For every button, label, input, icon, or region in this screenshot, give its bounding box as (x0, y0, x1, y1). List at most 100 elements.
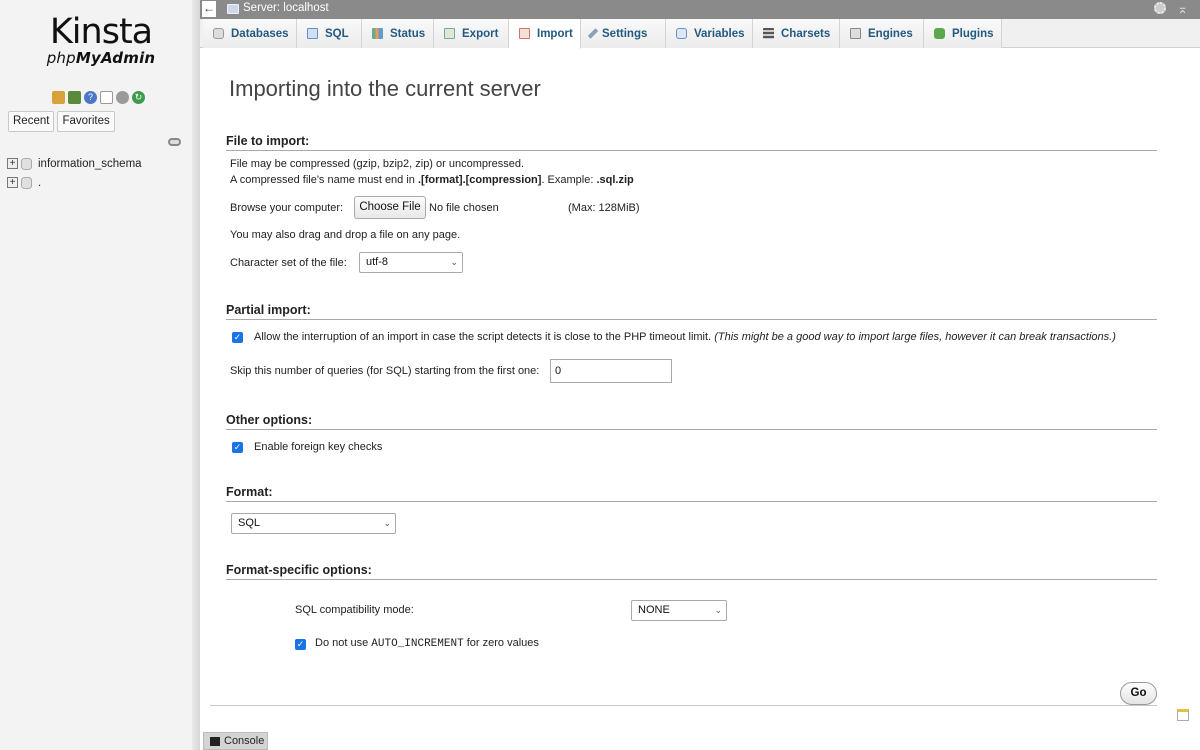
tab-sql[interactable]: SQL (297, 19, 362, 48)
server-icon (227, 4, 239, 14)
main-content: Importing into the current server File t… (210, 48, 1157, 708)
tab-plugins[interactable]: Plugins (924, 19, 1002, 48)
tab-label: Databases (231, 27, 289, 40)
tab-engines[interactable]: Engines (840, 19, 924, 48)
main-tab-bar: Databases SQL Status Export Import Setti… (200, 19, 1200, 49)
format-specific-heading: Format-specific options: (226, 563, 1157, 580)
server-breadcrumb-bar: ← Server: localhost ⌅ (200, 0, 1200, 19)
reload-icon[interactable]: ↻ (132, 91, 145, 104)
back-arrow-icon[interactable]: ← (202, 1, 216, 17)
tab-label: Charsets (781, 27, 831, 40)
skip-queries-label: Skip this number of queries (for SQL) st… (230, 365, 540, 377)
compressed-filename-note: A compressed file's name must end in .[f… (230, 174, 634, 186)
charsets-icon (763, 28, 774, 39)
max-size-label: (Max: 128MiB) (568, 202, 640, 214)
console-label: Console (224, 735, 265, 747)
help-icon[interactable]: ? (84, 91, 97, 104)
documentation-icon[interactable] (100, 91, 113, 104)
export-icon (444, 28, 455, 39)
other-options-heading: Other options: (226, 413, 1157, 430)
tab-variables[interactable]: Variables (666, 19, 753, 48)
sql-compat-value: NONE (638, 604, 670, 616)
file-to-import-heading: File to import: (226, 134, 1157, 151)
no-file-chosen: No file chosen (429, 202, 499, 214)
database-icon (213, 28, 224, 39)
logo-sub-text: phpMyAdmin (46, 49, 156, 67)
footer-divider (210, 705, 1157, 706)
logo[interactable]: Kinsta phpMyAdmin (40, 14, 162, 66)
recent-favorites-tabs: Recent Favorites (8, 111, 115, 132)
collapse-icon[interactable]: ⌅ (1177, 0, 1188, 18)
recent-button[interactable]: Recent (8, 111, 55, 132)
tab-export[interactable]: Export (434, 19, 509, 48)
logo-main-text: Kinsta (49, 12, 153, 52)
tab-label: Plugins (952, 27, 994, 40)
no-auto-increment-checkbox[interactable]: ✓ (295, 639, 306, 650)
charset-value: utf-8 (366, 256, 389, 268)
choose-file-button[interactable]: Choose File (354, 196, 426, 219)
home-icon[interactable] (52, 91, 65, 104)
link-with-main-panel-icon[interactable] (168, 138, 181, 146)
tab-import[interactable]: Import (509, 19, 581, 49)
database-icon (21, 176, 32, 189)
chevron-down-icon: ⌄ (450, 257, 458, 267)
database-icon (21, 157, 32, 170)
format-value: SQL (238, 517, 261, 529)
format-heading: Format: (226, 485, 1157, 502)
format-select[interactable]: SQL ⌄ (231, 513, 396, 534)
sql-icon (307, 28, 318, 39)
page-title: Importing into the current server (229, 76, 541, 101)
status-icon (372, 28, 383, 39)
charset-label: Character set of the file: (230, 257, 347, 269)
engines-icon (850, 28, 861, 39)
tab-charsets[interactable]: Charsets (753, 19, 840, 48)
partial-import-heading: Partial import: (226, 303, 1157, 320)
charset-select[interactable]: utf-8 ⌄ (359, 252, 463, 273)
go-button[interactable]: Go (1120, 682, 1157, 705)
drag-drop-hint: You may also drag and drop a file on any… (230, 229, 461, 241)
notepad-icon[interactable] (1177, 709, 1189, 721)
settings-icon[interactable] (116, 91, 129, 104)
tab-status[interactable]: Status (362, 19, 434, 48)
tree-item[interactable]: + . (7, 173, 142, 192)
tab-label: Export (462, 27, 499, 40)
console-toggle[interactable]: Console (203, 732, 268, 750)
server-breadcrumb[interactable]: Server: localhost (243, 2, 329, 14)
tab-label: Settings (602, 27, 648, 40)
tab-label: Variables (694, 27, 745, 40)
database-tree: + information_schema + . (7, 154, 142, 192)
chevron-down-icon: ⌄ (714, 605, 722, 615)
tab-databases[interactable]: Databases (203, 19, 297, 48)
expand-icon[interactable]: + (7, 158, 18, 169)
foreign-key-checkbox[interactable]: ✓ (232, 442, 243, 453)
compression-note: File may be compressed (gzip, bzip2, zip… (230, 158, 525, 170)
expand-icon[interactable]: + (7, 177, 18, 188)
import-icon (519, 28, 530, 39)
tab-label: Status (390, 27, 426, 40)
wrench-icon (587, 28, 599, 39)
tree-item[interactable]: + information_schema (7, 154, 142, 173)
favorites-button[interactable]: Favorites (57, 111, 115, 132)
exit-icon[interactable] (68, 91, 81, 104)
skip-queries-input[interactable]: 0 (550, 359, 672, 383)
foreign-key-label[interactable]: Enable foreign key checks (254, 441, 382, 453)
database-name[interactable]: information_schema (38, 158, 142, 170)
database-name[interactable]: . (38, 177, 41, 189)
chevron-down-icon: ⌄ (383, 518, 391, 528)
variables-icon (676, 28, 687, 39)
allow-interrupt-checkbox[interactable]: ✓ (232, 332, 243, 343)
sql-compat-label: SQL compatibility mode: (295, 604, 414, 616)
allow-interrupt-label[interactable]: Allow the interruption of an import in c… (254, 331, 1116, 343)
tab-label: Import (537, 27, 573, 40)
console-icon (210, 737, 220, 746)
sql-compat-select[interactable]: NONE ⌄ (631, 600, 727, 621)
tab-label: SQL (325, 27, 349, 40)
puzzle-icon (934, 28, 945, 39)
tab-settings[interactable]: Settings (581, 19, 666, 48)
navigation-icons: ? ↻ (52, 91, 145, 104)
browse-label: Browse your computer: (230, 202, 344, 214)
navigation-sidebar: Kinsta phpMyAdmin ? ↻ Recent Favorites +… (0, 0, 200, 750)
sidebar-resizer[interactable] (192, 0, 200, 750)
gear-icon[interactable] (1154, 2, 1166, 14)
no-auto-increment-label[interactable]: Do not use AUTO_INCREMENT for zero value… (315, 637, 539, 650)
